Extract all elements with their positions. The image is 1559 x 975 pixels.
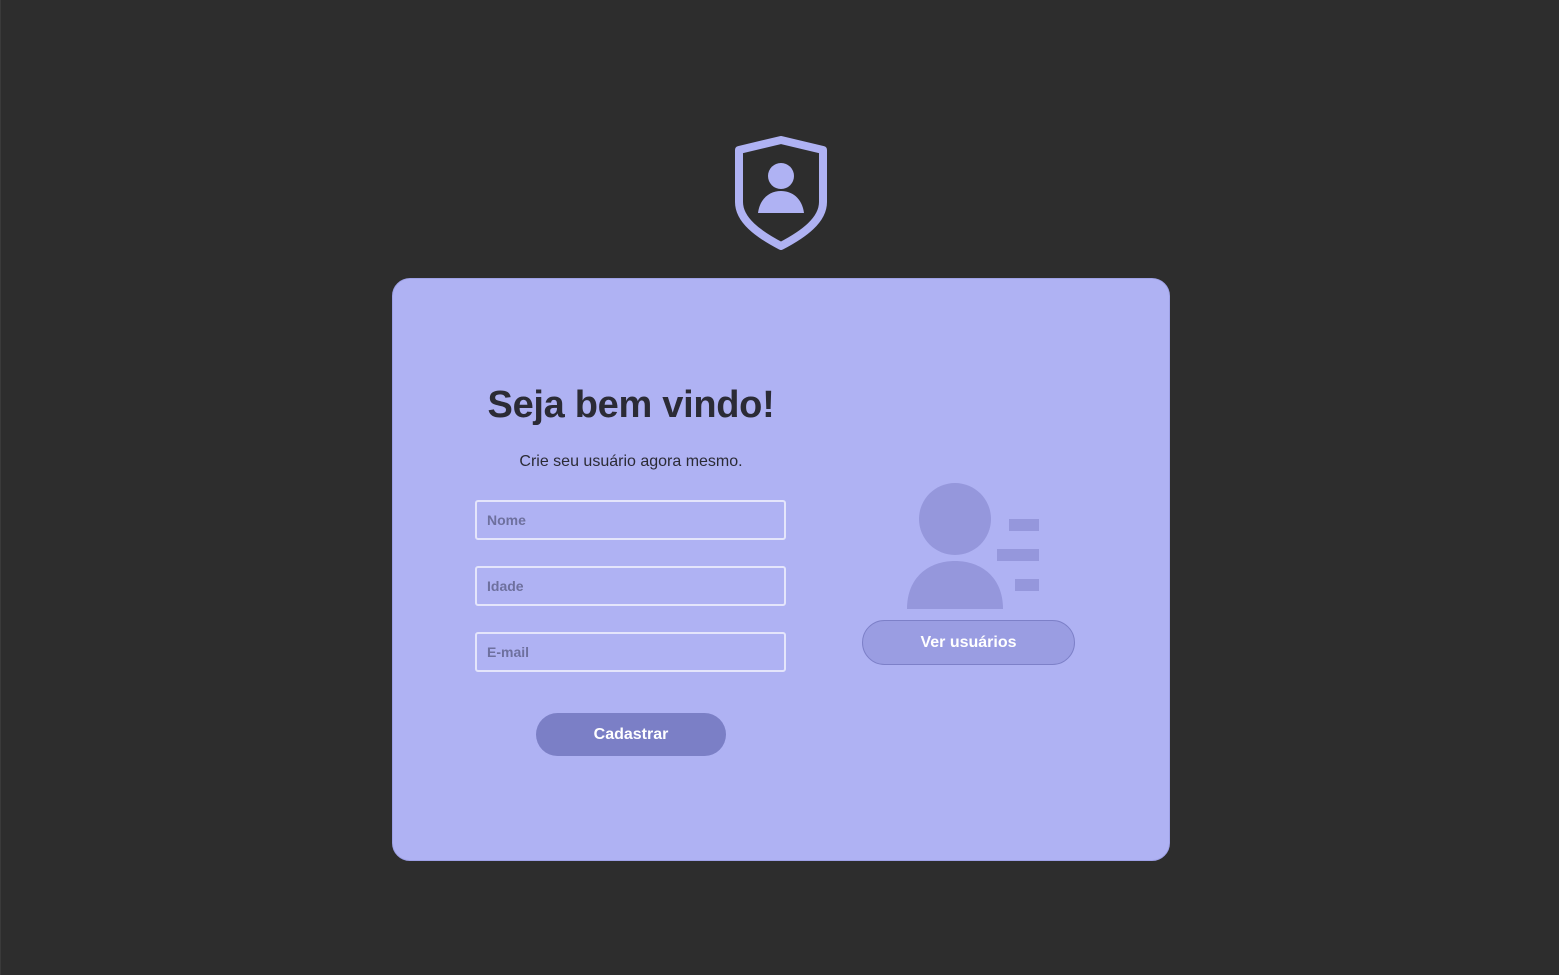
name-input[interactable] xyxy=(475,500,786,540)
page-title: Seja bem vindo! xyxy=(487,384,775,426)
view-users-button[interactable]: Ver usuários xyxy=(862,620,1075,665)
signup-card: Seja bem vindo! Crie seu usuário agora m… xyxy=(392,278,1170,861)
page-subtitle: Crie seu usuário agora mesmo. xyxy=(519,453,743,470)
register-button[interactable]: Cadastrar xyxy=(536,713,726,756)
shield-user-icon xyxy=(735,136,827,250)
page: Seja bem vindo! Crie seu usuário agora m… xyxy=(0,0,1559,975)
email-input[interactable] xyxy=(475,632,786,672)
age-input[interactable] xyxy=(475,566,786,606)
user-list-icon xyxy=(907,483,1039,609)
